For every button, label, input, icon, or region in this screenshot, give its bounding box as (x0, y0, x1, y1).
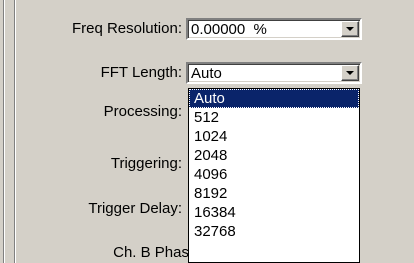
panel-border-highlight (4, 0, 5, 263)
dropdown-option-16384[interactable]: 16384 (189, 203, 359, 222)
freq-resolution-label: Freq Resolution: (71, 20, 182, 37)
processing-label: Processing: (103, 103, 182, 120)
dropdown-option-8192[interactable]: 8192 (189, 184, 359, 203)
dropdown-option-2048[interactable]: 2048 (189, 146, 359, 165)
chevron-down-icon (346, 71, 354, 75)
settings-panel: Freq Resolution: 0.00000 % FFT Length: A… (0, 0, 414, 263)
dropdown-option-1024[interactable]: 1024 (189, 127, 359, 146)
fft-length-combo[interactable]: Auto (186, 62, 362, 84)
fft-length-dropdown-button[interactable] (341, 65, 359, 81)
dropdown-option-auto[interactable]: Auto (189, 89, 359, 108)
dropdown-option-32768[interactable]: 32768 (189, 222, 359, 241)
fft-length-value[interactable]: Auto (191, 65, 222, 83)
freq-resolution-combo[interactable]: 0.00000 % (186, 18, 362, 40)
panel-inner-border-highlight (15, 0, 16, 263)
dropdown-option-512[interactable]: 512 (189, 108, 359, 127)
triggering-label: Triggering: (110, 155, 182, 172)
fft-length-label: FFT Length: (100, 64, 182, 81)
chevron-down-icon (346, 27, 354, 31)
ch-b-phase-label: Ch. B Phas (113, 244, 189, 261)
trigger-delay-label: Trigger Delay: (88, 200, 182, 217)
freq-resolution-value[interactable]: 0.00000 % (191, 21, 267, 39)
freq-resolution-dropdown-button[interactable] (341, 21, 359, 37)
fft-length-dropdown-list[interactable]: Auto 512 1024 2048 4096 8192 16384 32768 (188, 88, 360, 263)
dropdown-option-4096[interactable]: 4096 (189, 165, 359, 184)
